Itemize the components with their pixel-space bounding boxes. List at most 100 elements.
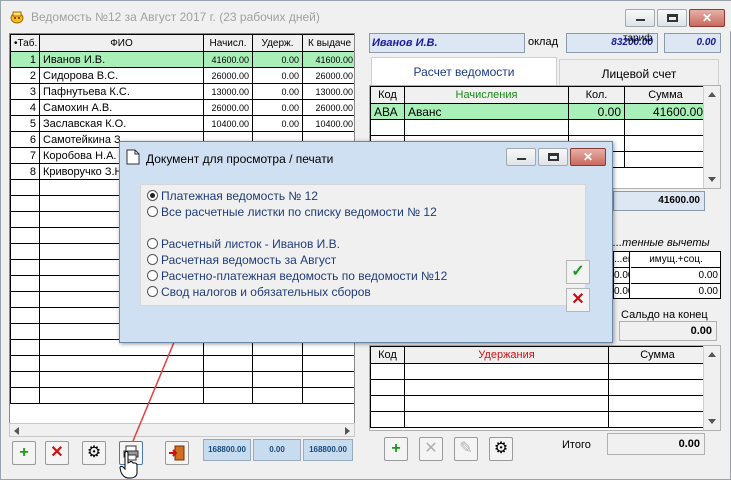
option-payslip-employee[interactable]: Расчетный листок - Иванов И.В. <box>147 237 340 253</box>
total-nach: 168800.00 <box>203 439 251 461</box>
col-header-vyd[interactable]: К выдаче <box>302 34 354 52</box>
ok-button[interactable]: ✓ <box>566 260 590 284</box>
close-icon: ✕ <box>582 150 594 164</box>
minimize-button[interactable] <box>625 9 655 27</box>
cancel-button[interactable]: ✕ <box>566 288 590 312</box>
employee-name-field: Иванов И.В. <box>369 33 525 53</box>
cross-icon: ✕ <box>50 444 64 461</box>
option-all-payslips[interactable]: Все расчетные листки по списку ведомости… <box>147 205 437 221</box>
table-row[interactable]: 1 Иванов И.В. 41600.00 0.00 41600.00 <box>10 51 354 68</box>
table-row <box>370 395 707 412</box>
cell-nach: 26000.00 <box>203 99 253 116</box>
cross-icon: ✕ <box>424 440 438 457</box>
option-payment-sheet[interactable]: Платежная ведомость № 12 <box>147 189 318 205</box>
dialog-maximize-button[interactable] <box>538 148 568 166</box>
delete-button[interactable]: ✕ <box>45 441 69 465</box>
col-header-tab[interactable]: •Таб. <box>10 34 40 52</box>
withholdings-col-code[interactable]: Код <box>370 346 405 364</box>
radio-icon[interactable] <box>147 238 158 249</box>
col-header-uder[interactable]: Удерж. <box>252 34 303 52</box>
option-label: Платежная ведомость № 12 <box>161 189 318 203</box>
scroll-down-icon[interactable] <box>708 419 716 424</box>
cell-vyd: 13000.00 <box>302 83 354 100</box>
itogo-field: 0.00 <box>607 433 705 455</box>
accruals-col-sum[interactable]: Сумма <box>624 86 707 104</box>
table-row <box>370 379 707 396</box>
edit-withholding-button[interactable]: ✎ <box>454 437 478 461</box>
cell-nach: 41600.00 <box>203 51 253 68</box>
tab-account[interactable]: Лицевой счет <box>559 59 719 87</box>
col-header-fio[interactable]: ФИО <box>39 34 204 52</box>
withholdings-vscroll[interactable] <box>703 346 720 430</box>
table-row[interactable]: 3 Пафнутьева К.С. 13000.00 0.00 13000.00 <box>10 83 354 100</box>
cell-uder: 0.00 <box>252 51 303 68</box>
title-bar: Ведомость №12 за Август 2017 г. (23 рабо… <box>1 1 731 31</box>
maximize-button[interactable] <box>657 9 687 27</box>
withholding-settings-button[interactable]: ⚙ <box>489 437 513 461</box>
cell-idx: 7 <box>10 147 40 164</box>
table-row[interactable]: 5 Заславская К.О. 10400.00 0.00 10400.00 <box>10 115 354 132</box>
add-withholding-button[interactable]: + <box>384 437 408 461</box>
cell-uder: 0.00 <box>252 115 303 132</box>
radio-icon[interactable] <box>147 254 158 265</box>
dialog-minimize-button[interactable] <box>506 148 536 166</box>
accruals-col-qty[interactable]: Кол. <box>568 86 625 104</box>
radio-icon[interactable] <box>147 286 158 297</box>
cell-nach: 26000.00 <box>203 67 253 84</box>
withholdings-col-sum[interactable]: Сумма <box>608 346 707 364</box>
pencil-icon: ✎ <box>459 440 473 457</box>
dialog-close-button[interactable]: ✕ <box>570 148 606 166</box>
radio-icon[interactable] <box>147 206 158 217</box>
radio-icon[interactable] <box>147 270 158 281</box>
hand-cursor-icon <box>119 451 138 479</box>
cell-name: Пафнутьева К.С. <box>39 83 204 100</box>
withholdings-col-name[interactable]: Удержания <box>404 346 609 364</box>
deductions-caption: ...тенные вычеты <box>613 237 710 249</box>
tarif-field[interactable]: 0.00 <box>664 33 721 53</box>
scroll-up-icon[interactable] <box>708 92 716 97</box>
option-label: Все расчетные листки по списку ведомости… <box>161 205 437 219</box>
withholdings-table: Код Удержания Сумма <box>370 346 707 428</box>
employee-name: Иванов И.В. <box>372 37 438 49</box>
window-title: Ведомость №12 за Август 2017 г. (23 рабо… <box>31 10 320 24</box>
option-label: Свод налогов и обязательных сборов <box>161 285 371 299</box>
cell-nach: 13000.00 <box>203 83 253 100</box>
scroll-left-icon[interactable] <box>14 427 19 435</box>
gear-icon: ⚙ <box>493 440 509 457</box>
cell-uder: 0.00 <box>252 83 303 100</box>
option-label: Расчетная ведомость за Август <box>161 253 337 267</box>
plus-icon: + <box>391 440 401 457</box>
table-row[interactable]: 4 Самохин А.В. 26000.00 0.00 26000.00 <box>10 99 354 116</box>
scroll-right-icon[interactable] <box>345 427 350 435</box>
settings-button[interactable]: ⚙ <box>82 441 106 465</box>
dialog-title: Документ для просмотра / печати <box>146 152 334 166</box>
deductions-panel: ...ей имущ.+соц. 0.00 0.00 0.00 0.00 <box>613 251 721 299</box>
col-header-nach[interactable]: Начисл. <box>203 34 253 52</box>
accruals-vscroll[interactable] <box>703 86 720 188</box>
close-button[interactable]: ✕ <box>689 9 725 27</box>
accruals-col-name[interactable]: Начисления <box>404 86 569 104</box>
cell-idx: 5 <box>10 115 40 132</box>
tab-calc[interactable]: Расчет ведомости <box>371 57 557 85</box>
plus-icon: + <box>19 444 29 461</box>
maximize-icon <box>667 14 678 22</box>
radio-selected-icon[interactable] <box>147 190 158 201</box>
withholdings-panel: Код Удержания Сумма <box>369 345 721 431</box>
delete-withholding-button[interactable]: ✕ <box>419 437 443 461</box>
scroll-up-icon[interactable] <box>708 352 716 357</box>
table-row <box>370 363 707 380</box>
cell-idx: 6 <box>10 131 40 148</box>
table-row[interactable]: 2 Сидорова В.С. 26000.00 0.00 26000.00 <box>10 67 354 84</box>
option-calc-payment-sheet[interactable]: Расчетно-платежная ведомость по ведомост… <box>147 269 447 285</box>
accruals-col-code[interactable]: Код <box>370 86 405 104</box>
add-button[interactable]: + <box>12 441 36 465</box>
minimize-icon <box>636 19 645 21</box>
table-row[interactable]: АВА Аванс 0.00 41600.00 <box>370 103 707 120</box>
option-calc-sheet[interactable]: Расчетная ведомость за Август <box>147 253 336 269</box>
cell-uder: 0.00 <box>252 67 303 84</box>
saldo-value: 0.00 <box>690 325 712 337</box>
option-tax-summary[interactable]: Свод налогов и обязательных сборов <box>147 285 371 301</box>
cell-name: Иванов И.В. <box>39 51 204 68</box>
table-row <box>370 119 707 136</box>
scroll-down-icon[interactable] <box>708 177 716 182</box>
